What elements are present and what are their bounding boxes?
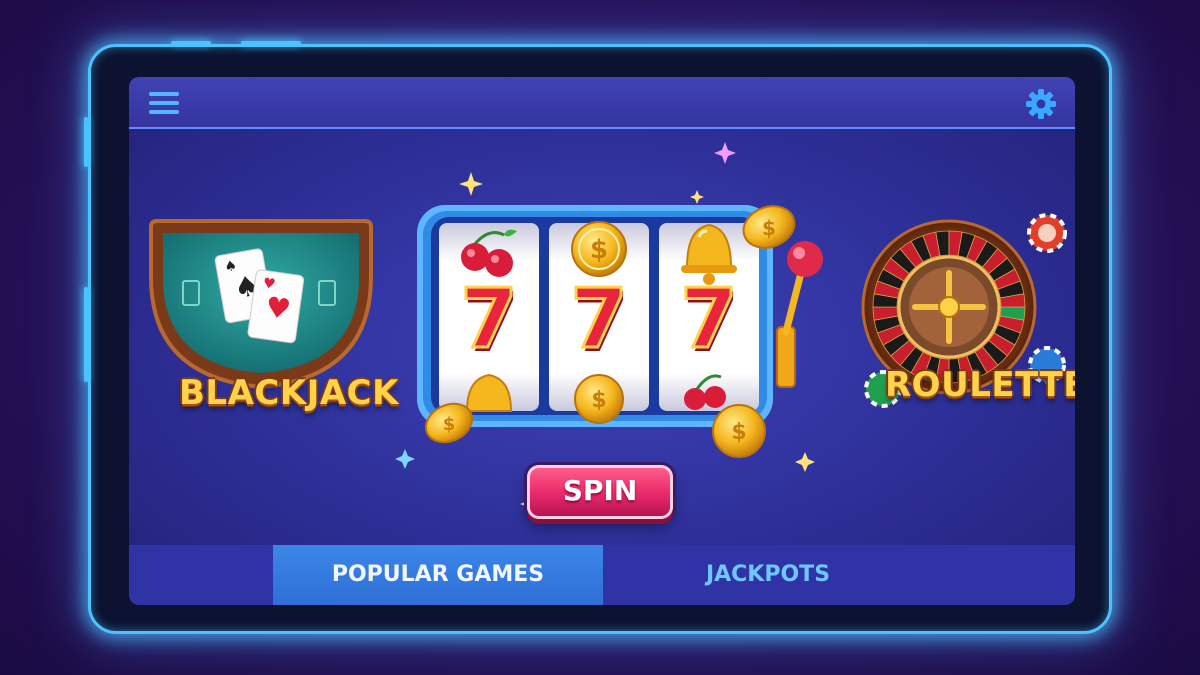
reel-coin-bottom: $ [574, 374, 624, 424]
tablet-side-button-left-2 [84, 287, 88, 382]
tablet-side-button-top [171, 41, 211, 45]
bottom-tab-bar: POPULAR GAMES JACKPOTS [129, 545, 1075, 605]
tab-jackpots[interactable]: JACKPOTS [603, 545, 933, 605]
tablet-side-button-left [84, 117, 88, 167]
svg-text:7: 7 [570, 272, 627, 367]
blackjack-game-tile[interactable]: ♠ ♠ ♥ ♥ BLACKJACK [143, 217, 398, 427]
svg-text:$: $ [731, 420, 746, 445]
svg-text:7: 7 [680, 272, 737, 367]
spin-button[interactable]: SPIN [527, 465, 673, 519]
svg-text:$: $ [762, 216, 776, 240]
svg-text:7: 7 [460, 272, 517, 367]
casino-chip-icon [1027, 213, 1067, 253]
svg-text:♥: ♥ [263, 290, 292, 326]
blackjack-label: BLACKJACK [179, 373, 399, 413]
tablet-frame: ♠ ♠ ♥ ♥ BLACKJACK $ 7 7 7 7 7 7 $ $ $ $ … [84, 41, 1112, 634]
svg-text:$: $ [590, 235, 608, 265]
app-screen: ♠ ♠ ♥ ♥ BLACKJACK $ 7 7 7 7 7 7 $ $ $ $ … [129, 77, 1075, 605]
svg-text:$: $ [591, 388, 606, 413]
tab-popular-games[interactable]: POPULAR GAMES [273, 545, 603, 605]
svg-text:$: $ [443, 414, 456, 435]
slot-machine[interactable]: $ 77 77 77 $ $ $ $ [409, 187, 829, 467]
tablet-side-button-top-2 [241, 41, 301, 45]
reel-coin-top: $ [571, 221, 627, 277]
roulette-label: ROULETTE [885, 365, 1075, 405]
slot-machine-graphic: $ 77 77 77 $ $ $ $ [417, 205, 823, 458]
